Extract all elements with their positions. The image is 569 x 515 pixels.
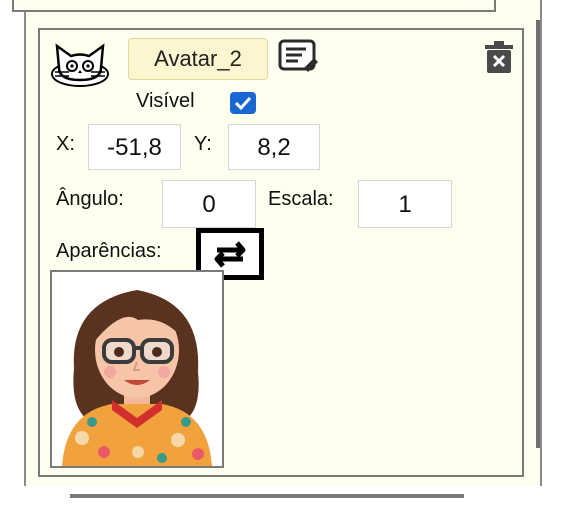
costume-thumbnail[interactable]	[50, 270, 224, 468]
trash-icon[interactable]	[484, 40, 514, 74]
edit-note-icon[interactable]	[278, 38, 322, 74]
costumes-label: Aparências:	[56, 240, 162, 262]
angle-input[interactable]: 0	[162, 180, 256, 228]
y-label: Y:	[194, 133, 212, 155]
check-icon	[234, 96, 252, 111]
visible-checkbox[interactable]	[230, 92, 256, 114]
y-input[interactable]: 8,2	[228, 124, 320, 170]
x-input[interactable]: -51,8	[88, 124, 181, 170]
cat-icon	[51, 43, 109, 87]
horizontal-scrollbar[interactable]	[70, 494, 464, 498]
scale-label: Escala:	[268, 188, 334, 210]
visible-label: Visível	[136, 90, 195, 112]
vertical-scrollbar[interactable]	[536, 20, 540, 448]
sprite-name-button[interactable]: Avatar_2	[128, 38, 268, 80]
previous-sprite-card	[12, 0, 496, 12]
angle-label: Ângulo:	[56, 188, 124, 210]
scale-input[interactable]: 1	[358, 180, 452, 228]
avatar-image	[62, 290, 212, 466]
x-label: X:	[56, 133, 75, 155]
swap-arrows-icon	[214, 241, 246, 268]
